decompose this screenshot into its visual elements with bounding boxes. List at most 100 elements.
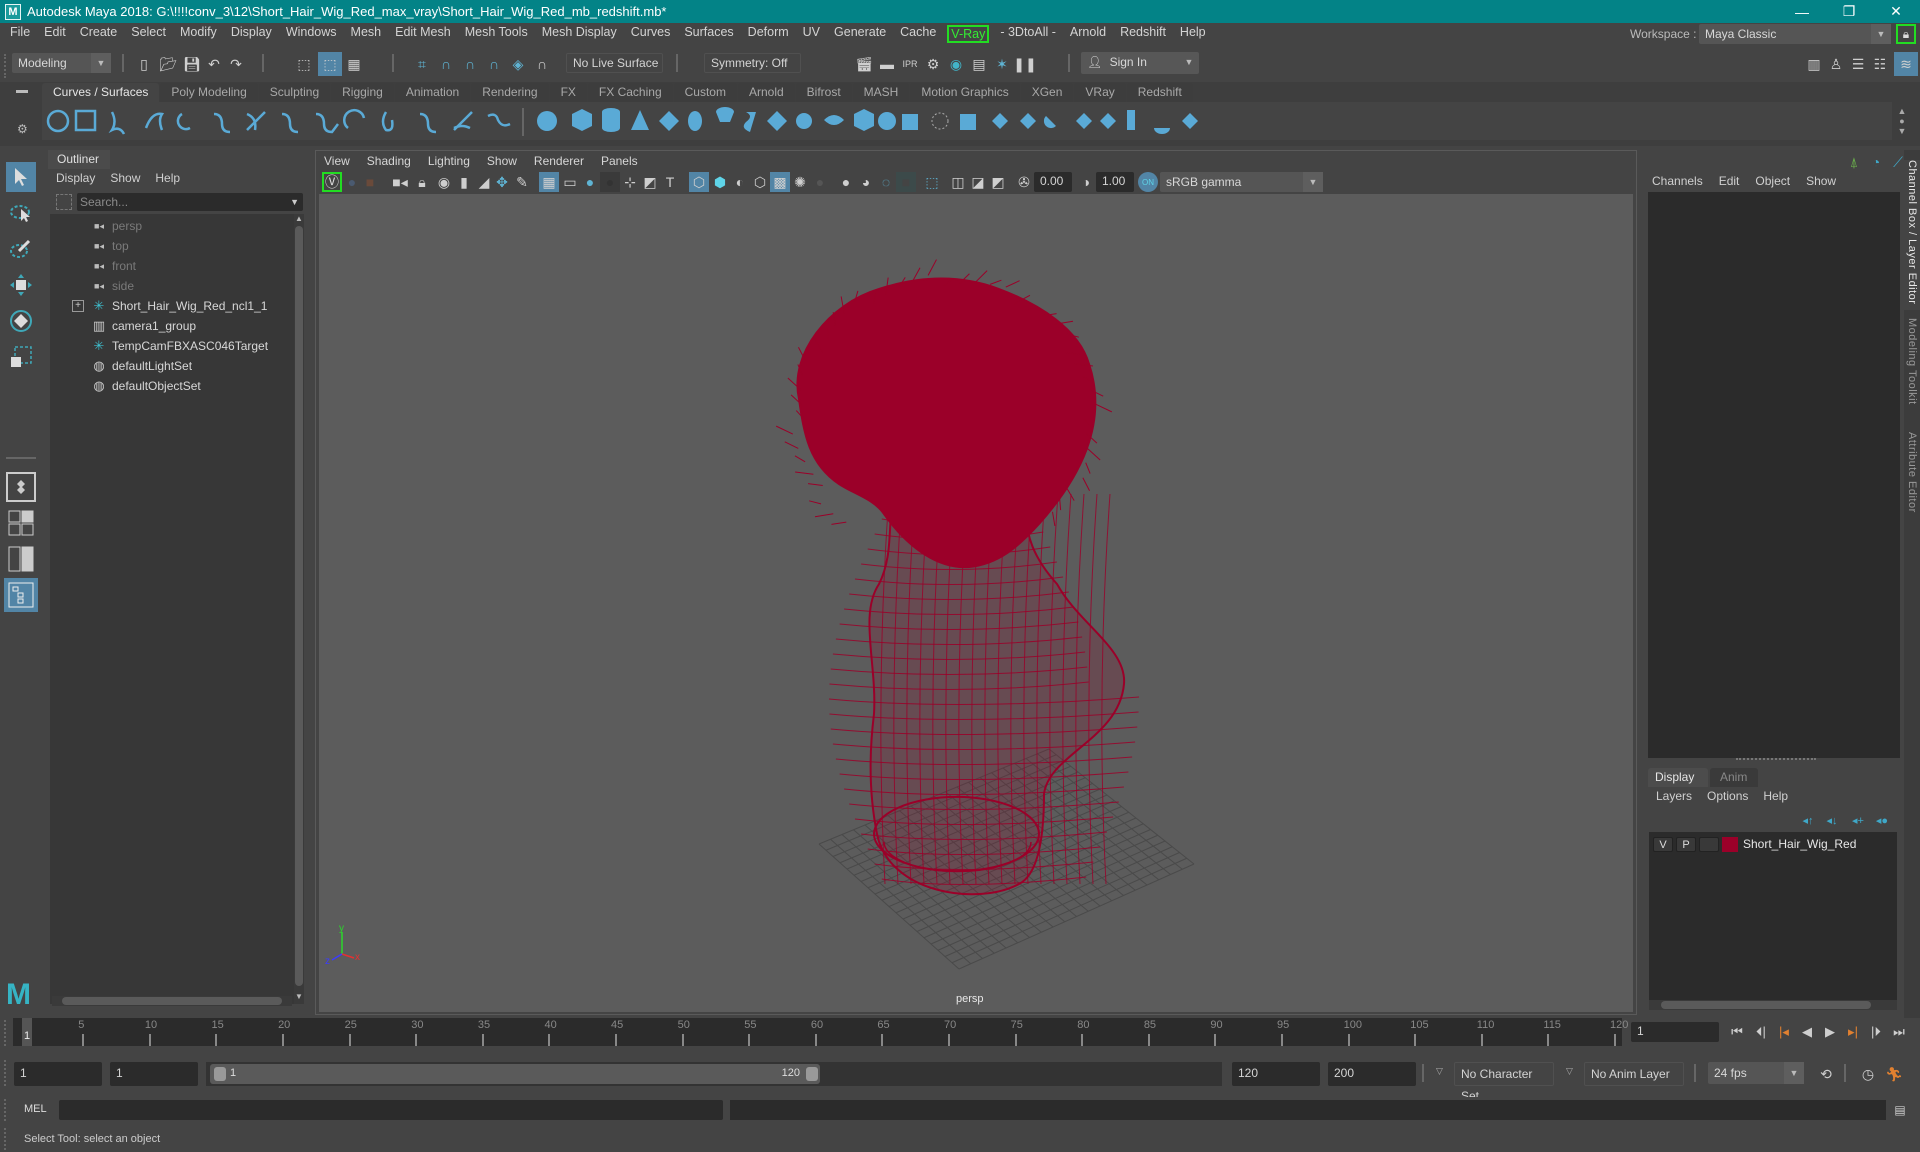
scroll-down-icon[interactable]: ▼	[294, 992, 304, 1002]
safe-action-icon[interactable]: ◩	[640, 172, 660, 192]
layer-visibility-toggle[interactable]: V	[1653, 837, 1673, 852]
menu-surfaces[interactable]: Surfaces	[677, 25, 740, 43]
outliner-search-input[interactable]: Search... ▼	[77, 193, 303, 211]
shelf-tab-mash[interactable]: MASH	[852, 83, 910, 102]
layer-color-swatch[interactable]	[1722, 837, 1738, 852]
image-plane-icon[interactable]: ◢	[474, 172, 494, 192]
menu-arnold[interactable]: Arnold	[1063, 25, 1113, 43]
channel-box-menu-channels[interactable]: Channels	[1652, 174, 1703, 188]
snap-point-icon[interactable]: ∩	[460, 54, 480, 74]
smooth-shade-icon[interactable]: ⬢	[710, 172, 730, 192]
ambient-occlusion-icon[interactable]: ●	[836, 172, 856, 192]
select-object-icon[interactable]: ⬚	[318, 52, 342, 76]
outliner-menu-show[interactable]: Show	[110, 170, 140, 186]
select-camera-icon[interactable]: Ⓥ	[322, 172, 342, 192]
drag-handle[interactable]	[4, 1060, 8, 1086]
character-set-field[interactable]: No Character Set	[1454, 1062, 1554, 1103]
layer-row[interactable]: V P Short_Hair_Wig_Red	[1653, 836, 1899, 856]
select-component-icon[interactable]: ▦	[344, 54, 364, 74]
lasso-tool-icon[interactable]	[6, 198, 36, 228]
default-material-icon[interactable]: ◐	[730, 172, 750, 192]
outliner-item[interactable]: ✳ TempCamFBXASC046Target	[50, 336, 290, 356]
undo-icon[interactable]: ↶	[204, 54, 224, 74]
lock-camera-icon[interactable]: ●	[342, 172, 362, 192]
pause-icon[interactable]: ❚❚	[1013, 54, 1036, 74]
render-setup-icon[interactable]: ▤	[969, 54, 989, 74]
menu-deform[interactable]: Deform	[741, 25, 796, 43]
shelf-tab-rigging[interactable]: Rigging	[331, 83, 394, 102]
range-bar[interactable]: 1 120	[210, 1064, 820, 1084]
animation-start-field[interactable]: 1	[14, 1062, 102, 1086]
field-chart-icon[interactable]: ⊹	[620, 172, 640, 192]
auto-key-icon[interactable]: ◷	[1858, 1064, 1878, 1084]
scroll-thumb[interactable]	[295, 226, 303, 986]
drag-handle[interactable]	[4, 54, 8, 78]
snap-view-plane-icon[interactable]: ∩	[484, 54, 504, 74]
shadows-icon[interactable]: ●	[810, 172, 830, 192]
menu-3dtoall[interactable]: - 3DtoAll -	[993, 25, 1063, 43]
menu-display[interactable]: Display	[224, 25, 279, 43]
chevron-down-icon[interactable]: ▽	[1436, 1066, 1443, 1077]
shelf-tab-vray[interactable]: VRay	[1074, 83, 1126, 102]
menu-curves[interactable]: Curves	[624, 25, 678, 43]
single-perspective-layout-icon[interactable]	[6, 472, 36, 502]
workspace-dropdown[interactable]: Maya Classic ▼	[1699, 24, 1891, 44]
menu-generate[interactable]: Generate	[827, 25, 893, 43]
exposure-field[interactable]: 0.00	[1034, 172, 1072, 192]
fps-dropdown[interactable]: 24 fps ▼	[1708, 1062, 1804, 1084]
scroll-up-icon[interactable]: ▲	[294, 214, 304, 224]
move-layer-down-icon[interactable]: ◂↓	[1822, 810, 1842, 830]
viewport-menu-shading[interactable]: Shading	[367, 154, 411, 168]
menu-windows[interactable]: Windows	[279, 25, 344, 43]
menu-modify[interactable]: Modify	[173, 25, 224, 43]
menu-select[interactable]: Select	[124, 25, 173, 43]
loop-icon[interactable]: ⟲	[1816, 1064, 1836, 1084]
sign-in-button[interactable]: 👤︎ Sign In ▼	[1081, 52, 1199, 74]
select-tool-icon[interactable]	[6, 162, 36, 192]
chevron-down-icon[interactable]: ▼	[290, 193, 299, 211]
channel-box-menu-object[interactable]: Object	[1755, 174, 1790, 188]
layer-hscrollbar[interactable]	[1649, 1000, 1897, 1010]
menu-redshift[interactable]: Redshift	[1113, 25, 1173, 43]
render-settings-icon[interactable]: ⚙	[923, 54, 943, 74]
shelf-tab-fx-caching[interactable]: FX Caching	[587, 83, 673, 102]
xray-icon[interactable]: ▩	[770, 172, 790, 192]
menu-mesh-display[interactable]: Mesh Display	[535, 25, 624, 43]
drag-handle[interactable]	[4, 1099, 8, 1121]
redo-icon[interactable]: ↷	[226, 54, 246, 74]
viewport-menu-show[interactable]: Show	[487, 154, 517, 168]
render-frame-icon[interactable]: ▬	[877, 54, 897, 74]
step-back-frame-icon[interactable]: ⏴|	[1751, 1022, 1771, 1042]
shelf-menu-icon[interactable]	[16, 90, 28, 93]
shelf-tab-xgen[interactable]: XGen	[1020, 83, 1074, 102]
2d-pan-zoom-icon[interactable]: ✥	[492, 172, 512, 192]
viewport-menu-panels[interactable]: Panels	[601, 154, 638, 168]
shelf-tab-fx[interactable]: FX	[549, 83, 587, 102]
shelf-tab-motion-graphics[interactable]: Motion Graphics	[910, 83, 1020, 102]
modeling-toolkit-icon[interactable]: ▥	[1804, 54, 1824, 74]
playback-end-field[interactable]: 120	[1232, 1062, 1320, 1086]
outliner-item[interactable]: ◍ defaultObjectSet	[50, 376, 290, 396]
exposure-icon[interactable]: ✇	[1014, 172, 1034, 192]
script-editor-icon[interactable]: ▤	[1890, 1100, 1910, 1120]
gate-mask-icon[interactable]: ●	[600, 172, 620, 192]
resolution-gate-icon[interactable]: ●	[580, 172, 600, 192]
shelf-scroll[interactable]: ▲ ● ▼	[1896, 106, 1908, 138]
tab-channel-box-layer-editor[interactable]: Channel Box / Layer Editor	[1904, 160, 1920, 310]
timeline-track[interactable]: 1 5 10 15 20 25 30 35 40 45 50 55 60 65 70 75 80 85 90 95 1…	[13, 1018, 1628, 1046]
step-forward-key-icon[interactable]: ▸|	[1843, 1022, 1863, 1042]
maximize-button[interactable]: ❐	[1826, 0, 1872, 23]
outliner-layout-icon[interactable]	[4, 578, 38, 612]
menu-file[interactable]: File	[3, 25, 37, 43]
anim-layer-field[interactable]: No Anim Layer	[1584, 1062, 1684, 1086]
step-forward-frame-icon[interactable]: |⏵	[1866, 1022, 1886, 1042]
snap-surface-icon[interactable]: ◈	[508, 54, 528, 74]
viewport-3d[interactable]: y x z persp	[319, 194, 1633, 1012]
play-backwards-icon[interactable]: ◀	[1797, 1022, 1817, 1042]
gamma-field[interactable]: 1.00	[1096, 172, 1134, 192]
menu-help[interactable]: Help	[1173, 25, 1213, 43]
tool-settings-icon[interactable]: ☷	[1870, 54, 1890, 74]
save-scene-icon[interactable]: 💾︎	[182, 54, 202, 74]
isolate-select-icon[interactable]: ⬚	[922, 172, 942, 192]
outliner-menu-display[interactable]: Display	[56, 170, 95, 186]
